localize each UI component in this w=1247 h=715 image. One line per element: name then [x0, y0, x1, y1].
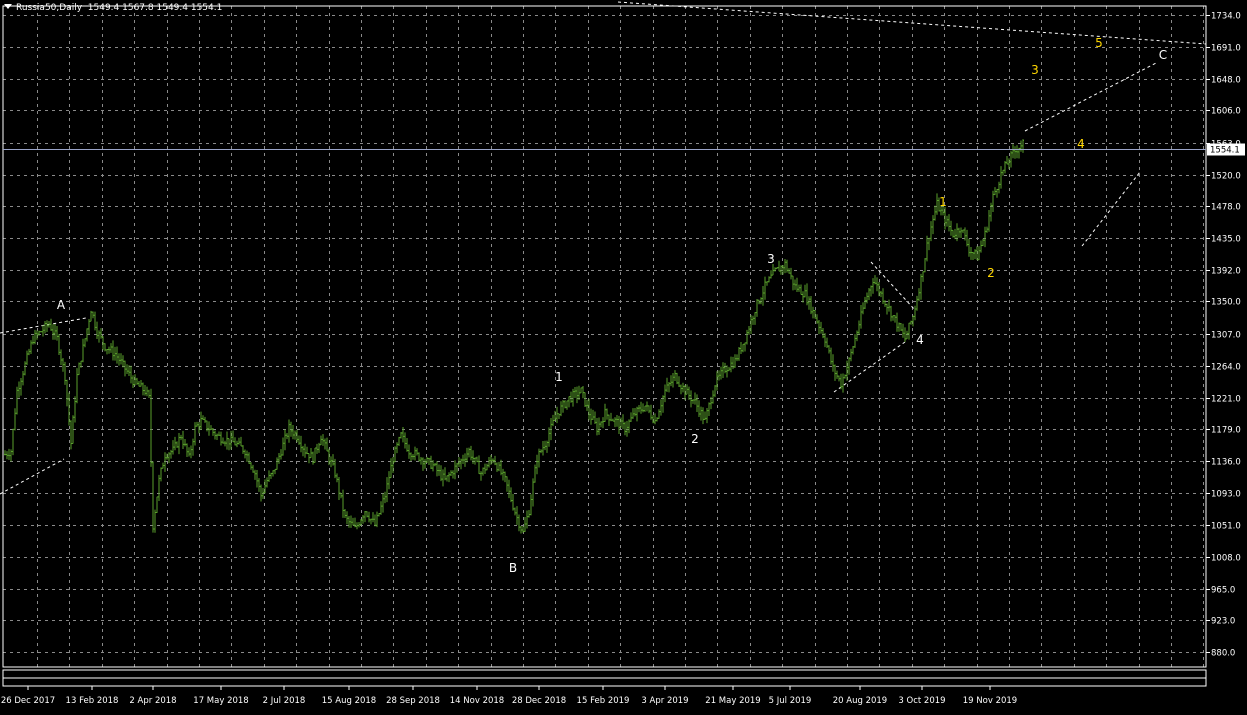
y-tick-label: 1008.0 [1211, 554, 1241, 564]
y-tick-label: 1606.0 [1211, 107, 1241, 117]
ohlc-label: 1549.4 1567.8 1549.4 1554.1 [87, 3, 223, 13]
wave-label: C [1159, 48, 1167, 62]
y-tick-label: 1221.0 [1211, 395, 1241, 405]
wave-label: 1 [555, 370, 563, 384]
x-tick-label: 2 Jul 2018 [263, 696, 306, 706]
x-tick-label: 19 Nov 2019 [963, 696, 1017, 706]
wave-label: 1 [939, 195, 947, 209]
wave-label: 4 [1077, 137, 1085, 151]
y-tick-label: 880.0 [1211, 649, 1235, 659]
wave-label: 2 [691, 432, 699, 446]
y-tick-label: 1691.0 [1211, 44, 1241, 54]
wave-label: 3 [767, 252, 775, 266]
symbol-label: Russia50,Daily [16, 3, 83, 13]
y-tick-label: 1136.0 [1211, 458, 1241, 468]
y-tick-label: 1478.0 [1211, 203, 1241, 213]
wave-label: B [509, 561, 517, 575]
x-tick-label: 28 Sep 2018 [386, 696, 440, 706]
price-label: 1554.1 [1210, 146, 1240, 156]
x-tick-label: 2 Apr 2018 [129, 696, 176, 706]
wave-label: 4 [916, 333, 924, 347]
y-tick-label: 1435.0 [1211, 235, 1241, 245]
x-tick-label: 14 Nov 2018 [450, 696, 504, 706]
y-tick-label: 1520.0 [1211, 172, 1241, 182]
chart-svg[interactable]: ABC123412345 1734.01691.01648.01606.0156… [0, 0, 1247, 711]
collapse-triangle-icon[interactable] [4, 4, 12, 9]
chart-background [0, 0, 1247, 711]
x-tick-label: 3 Oct 2019 [898, 696, 945, 706]
x-tick-label: 15 Feb 2019 [577, 696, 630, 706]
y-tick-label: 1392.0 [1211, 267, 1241, 277]
wave-label: 5 [1095, 36, 1103, 50]
wave-label: 3 [1031, 63, 1039, 77]
y-tick-label: 1179.0 [1211, 426, 1241, 436]
y-tick-label: 1264.0 [1211, 363, 1241, 373]
price-chart[interactable]: ABC123412345 1734.01691.01648.01606.0156… [0, 0, 1247, 711]
y-tick-label: 1093.0 [1211, 490, 1241, 500]
chart-header: Russia50,Daily 1549.4 1567.8 1549.4 1554… [4, 3, 222, 13]
y-tick-label: 1350.0 [1211, 298, 1241, 308]
y-tick-label: 923.0 [1211, 617, 1235, 627]
y-tick-label: 1734.0 [1211, 12, 1241, 22]
x-tick-label: 3 Apr 2019 [641, 696, 688, 706]
x-tick-label: 13 Feb 2018 [66, 696, 119, 706]
x-tick-label: 17 May 2018 [193, 696, 248, 706]
y-tick-label: 1051.0 [1211, 522, 1241, 532]
y-tick-label: 965.0 [1211, 586, 1235, 596]
y-tick-label: 1648.0 [1211, 76, 1241, 86]
wave-label: 2 [987, 266, 995, 280]
x-tick-label: 20 Aug 2019 [833, 696, 887, 706]
x-tick-label: 26 Dec 2017 [1, 696, 55, 706]
x-tick-label: 5 Jul 2019 [769, 696, 812, 706]
x-tick-label: 21 May 2019 [705, 696, 760, 706]
y-tick-label: 1307.0 [1211, 331, 1241, 341]
x-tick-label: 15 Aug 2018 [322, 696, 376, 706]
x-tick-label: 28 Dec 2018 [512, 696, 566, 706]
wave-label: A [57, 298, 66, 312]
